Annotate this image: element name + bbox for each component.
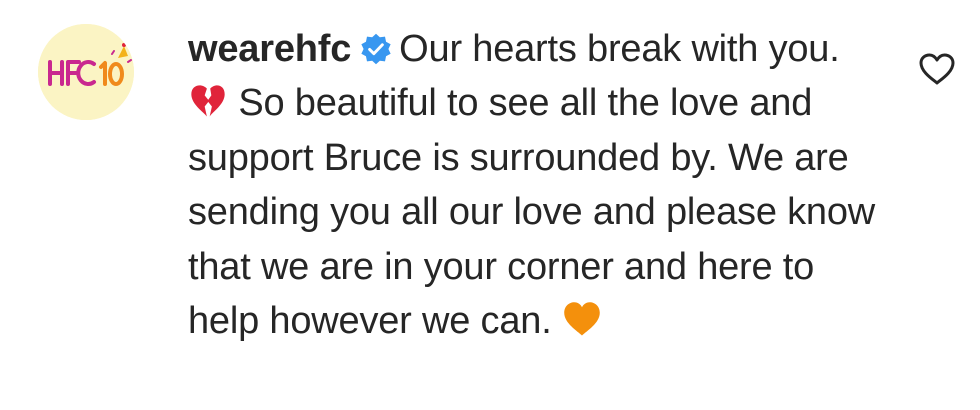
verified-badge-icon (361, 33, 391, 65)
hfc-10-logo-icon (38, 24, 134, 120)
avatar[interactable] (38, 24, 134, 120)
orange-heart-icon (564, 302, 600, 336)
comment-text-part-2: So beautiful to see all the love and sup… (188, 82, 876, 343)
broken-heart-icon (191, 85, 225, 117)
heart-outline-icon[interactable] (918, 52, 956, 86)
comment-text-part-1: Our hearts break with you. (399, 28, 840, 70)
comment-text: wearehfc Our hearts break with you. So b… (188, 22, 888, 348)
comment-row: wearehfc Our hearts break with you. So b… (0, 0, 980, 410)
username-link[interactable]: wearehfc (188, 28, 351, 70)
